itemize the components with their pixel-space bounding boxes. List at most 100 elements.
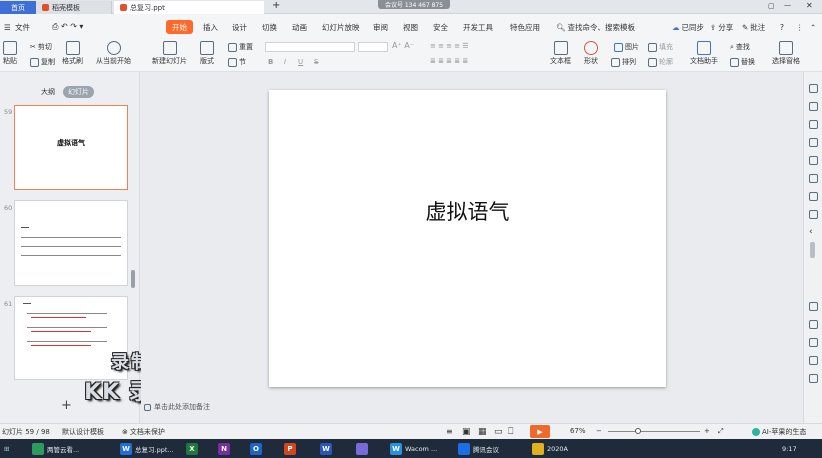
- sidebar-tool-icon[interactable]: [809, 84, 818, 93]
- slide-title[interactable]: 虚拟语气: [269, 196, 666, 226]
- tab-home[interactable]: 首页: [0, 1, 36, 14]
- tab-transition[interactable]: 切换: [262, 20, 277, 34]
- minimize-button[interactable]: —: [784, 1, 791, 9]
- bold-button[interactable]: B: [268, 58, 273, 66]
- doc-protection[interactable]: ⊗ 文档未保护: [122, 427, 165, 437]
- fit-window-icon[interactable]: ⤢: [718, 427, 724, 436]
- thumbnail-scrollbar[interactable]: [131, 270, 135, 288]
- zoom-level[interactable]: 67%: [570, 427, 586, 435]
- taskbar-item[interactable]: P: [284, 441, 296, 456]
- tab-document[interactable]: 总复习.ppt: [114, 1, 264, 14]
- tab-review[interactable]: 审阅: [373, 20, 388, 34]
- select-pane-button[interactable]: 选择窗格: [772, 41, 800, 66]
- tab-animation[interactable]: 动画: [292, 20, 307, 34]
- sidebar-tool-icon[interactable]: [809, 192, 818, 201]
- annotate-button[interactable]: ✎ 批注: [742, 20, 765, 34]
- tab-insert[interactable]: 插入: [203, 20, 218, 34]
- italic-button[interactable]: I: [284, 58, 286, 66]
- zoom-out-button[interactable]: −: [596, 427, 602, 435]
- section-button[interactable]: 节: [228, 57, 246, 67]
- font-name-select[interactable]: [265, 42, 355, 52]
- tab-start[interactable]: 开始: [166, 20, 193, 34]
- close-button[interactable]: ✕: [806, 1, 813, 10]
- paste-button[interactable]: 粘贴: [3, 41, 17, 66]
- doc-assistant-button[interactable]: 文档助手: [690, 41, 718, 66]
- taskbar-item[interactable]: 腾讯会议: [458, 441, 499, 456]
- menu-icon[interactable]: ☰: [4, 20, 11, 34]
- sync-status[interactable]: ☁ 已同步: [672, 20, 704, 34]
- sidebar-tool-icon[interactable]: [809, 174, 818, 183]
- find-button[interactable]: ⌕ 查找: [730, 42, 750, 52]
- play-from-current-button[interactable]: 从当前开始: [96, 41, 131, 66]
- slides-view-tab[interactable]: 幻灯片: [63, 86, 94, 98]
- sidebar-tool-icon[interactable]: [809, 120, 818, 129]
- text-box-button[interactable]: 文本框: [550, 41, 571, 66]
- new-slide-button[interactable]: 新建幻灯片: [152, 41, 187, 66]
- sidebar-expand-icon[interactable]: ‹: [809, 227, 813, 237]
- taskbar-item[interactable]: O: [250, 441, 262, 456]
- normal-view-icon[interactable]: ▣: [462, 427, 471, 437]
- outline-button[interactable]: 轮廓: [648, 57, 673, 67]
- restore-button[interactable]: ▢: [768, 2, 775, 10]
- alignment-tools[interactable]: ≣ ≣ ≣ ≣ ≣: [430, 57, 468, 65]
- taskbar-item[interactable]: W: [320, 441, 332, 456]
- tab-view[interactable]: 视图: [403, 20, 418, 34]
- help-button[interactable]: ?: [780, 20, 784, 34]
- paragraph-tools[interactable]: ≡ ≡ ≡ ≡ ☰: [430, 42, 469, 50]
- tab-docer-templates[interactable]: 稻壳模板: [36, 1, 112, 14]
- zoom-slider-thumb[interactable]: [635, 428, 642, 434]
- command-search[interactable]: 🔍︎ 查找命令、搜索模板: [556, 20, 635, 34]
- taskbar-item[interactable]: X: [186, 441, 198, 456]
- fill-button[interactable]: 填充: [648, 42, 673, 52]
- theme-name[interactable]: 默认设计模板: [62, 427, 104, 437]
- taskbar-item[interactable]: [356, 441, 368, 456]
- outline-view-tab[interactable]: 大纲: [36, 86, 60, 98]
- layout-button[interactable]: 版式: [200, 41, 214, 66]
- new-tab-button[interactable]: +: [272, 0, 280, 11]
- tab-slideshow[interactable]: 幻灯片放映: [322, 20, 360, 34]
- replace-button[interactable]: 替换: [730, 57, 755, 67]
- sidebar-tool-icon[interactable]: [809, 320, 818, 329]
- play-slideshow-button[interactable]: ▶: [530, 425, 550, 438]
- more-icon[interactable]: ⋮: [796, 20, 804, 34]
- sidebar-tool-icon[interactable]: [809, 302, 818, 311]
- copy-button[interactable]: 复制: [30, 57, 55, 67]
- strike-button[interactable]: S: [314, 58, 318, 66]
- picture-button[interactable]: 图片: [614, 42, 639, 52]
- canvas-scrollbar[interactable]: [810, 242, 815, 258]
- reading-view-icon[interactable]: ▭: [494, 427, 503, 437]
- current-slide[interactable]: 虚拟语气: [269, 90, 666, 387]
- taskbar-item[interactable]: 两管云看...: [32, 441, 79, 456]
- slide-thumbnail-60[interactable]: [14, 200, 128, 286]
- start-icon[interactable]: ⊞: [4, 441, 9, 456]
- file-menu[interactable]: 文件: [15, 20, 30, 34]
- share-button[interactable]: ⇪ 分享: [710, 20, 733, 34]
- tab-special[interactable]: 特色应用: [510, 20, 540, 34]
- sidebar-tool-icon[interactable]: [809, 374, 818, 383]
- underline-button[interactable]: U: [298, 58, 303, 66]
- sidebar-tool-icon[interactable]: [809, 338, 818, 347]
- cut-button[interactable]: ✂ 剪切: [30, 42, 52, 52]
- shape-button[interactable]: 形状: [584, 41, 598, 66]
- tab-devtools[interactable]: 开发工具: [463, 20, 493, 34]
- sidebar-tool-icon[interactable]: [809, 356, 818, 365]
- taskbar-item[interactable]: W 总复习.ppt...: [120, 441, 174, 456]
- zoom-in-button[interactable]: +: [704, 427, 710, 435]
- taskbar-item[interactable]: 2020A: [532, 441, 568, 456]
- sidebar-tool-icon[interactable]: [809, 138, 818, 147]
- ai-assistant[interactable]: AI-苹果的生态: [752, 427, 806, 437]
- notes-area[interactable]: 单击此处添加备注: [144, 402, 210, 412]
- font-grow-shrink[interactable]: A⁺ A⁻: [392, 41, 414, 50]
- font-size-select[interactable]: [358, 42, 388, 52]
- format-painter-button[interactable]: 格式刷: [62, 41, 83, 66]
- collapse-ribbon-icon[interactable]: ⌃: [810, 20, 816, 34]
- sidebar-tool-icon[interactable]: [809, 102, 818, 111]
- quick-access-icons[interactable]: ⎙ ↶ ↷ ▾: [52, 20, 83, 34]
- zoom-slider[interactable]: [608, 428, 700, 434]
- tab-design[interactable]: 设计: [232, 20, 247, 34]
- book-view-icon[interactable]: ⎕: [508, 427, 513, 437]
- notes-toggle-icon[interactable]: ≡: [446, 427, 453, 436]
- sidebar-tool-icon[interactable]: [809, 156, 818, 165]
- sorter-view-icon[interactable]: ▦: [478, 427, 487, 437]
- taskbar-item[interactable]: W Wacom ...: [390, 441, 437, 456]
